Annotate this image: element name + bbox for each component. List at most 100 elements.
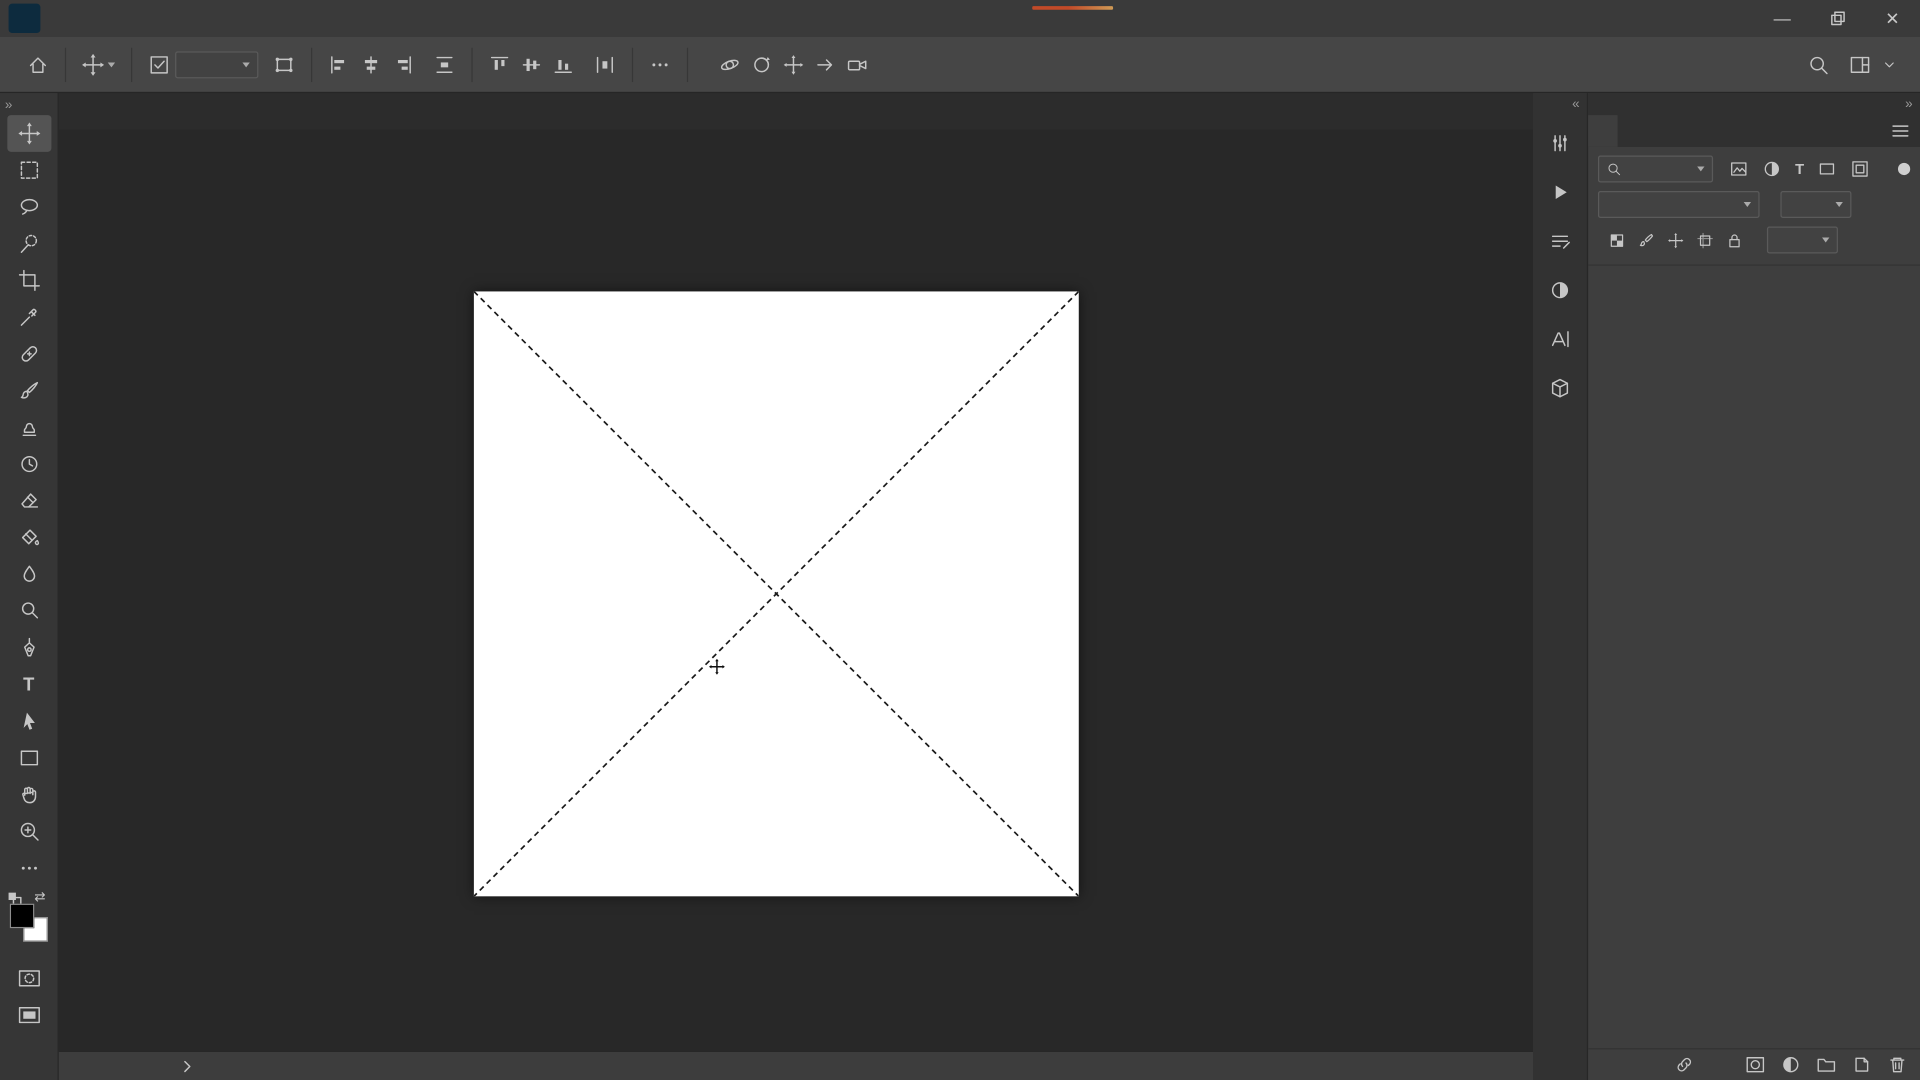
status-options-chevron-icon[interactable] <box>181 1060 193 1073</box>
fill-field[interactable] <box>1766 226 1838 254</box>
swap-colors-icon[interactable]: ⇄ <box>34 889 45 905</box>
libraries-panel-button[interactable] <box>1539 369 1581 408</box>
filter-adjustment-layers-button[interactable] <box>1762 159 1782 179</box>
tab-paths[interactable] <box>1647 115 1676 147</box>
collapse-dock-chevron-icon[interactable]: » <box>1905 97 1913 112</box>
lock-all-button[interactable] <box>1725 231 1743 249</box>
add-mask-button[interactable] <box>1741 1051 1768 1078</box>
3d-camera-button[interactable] <box>841 48 873 80</box>
filter-smart-objects-button[interactable] <box>1851 159 1871 179</box>
auto-select-target-dropdown[interactable] <box>175 50 259 78</box>
document-canvas[interactable] <box>473 291 1079 897</box>
blend-mode-dropdown[interactable] <box>1597 191 1760 218</box>
rectangular-marquee-tool[interactable] <box>7 152 51 189</box>
filter-shape-layers-button[interactable] <box>1818 159 1838 179</box>
history-brush-tool[interactable] <box>7 446 51 483</box>
rectangle-tool[interactable] <box>7 740 51 777</box>
quick-mask-button[interactable] <box>17 967 41 989</box>
search-button[interactable] <box>1802 48 1834 80</box>
character-panel-button[interactable] <box>1539 320 1581 359</box>
dodge-tool[interactable] <box>7 593 51 630</box>
panel-tabs <box>1588 115 1920 147</box>
guide-cross-lines <box>473 291 1079 897</box>
tools-panel: » T ⇄ <box>0 93 59 1080</box>
panel-menu-button[interactable] <box>1891 115 1920 147</box>
new-adjustment-layer-button[interactable] <box>1777 1051 1804 1078</box>
align-bottom-button[interactable] <box>547 48 579 80</box>
3d-slide-button[interactable] <box>809 48 841 80</box>
move-icon <box>1668 232 1684 248</box>
screen-mode-button[interactable] <box>17 1004 41 1026</box>
workspace-switcher-button[interactable] <box>1876 51 1903 78</box>
opacity-field[interactable] <box>1780 191 1852 218</box>
brush-tool[interactable] <box>7 372 51 409</box>
hand-tool[interactable] <box>7 776 51 813</box>
distribute-v-button[interactable] <box>429 48 461 80</box>
path-selection-tool[interactable] <box>7 703 51 740</box>
zoom-tool[interactable] <box>7 813 51 850</box>
filter-pixel-layers-button[interactable] <box>1729 159 1749 179</box>
adjustment-icon <box>1782 1057 1798 1073</box>
eyedropper-tool[interactable] <box>7 299 51 336</box>
tab-channels[interactable] <box>1618 115 1647 147</box>
restore-button[interactable] <box>1810 0 1865 37</box>
3d-orbit-button[interactable] <box>714 48 746 80</box>
adjustments-panel-button[interactable] <box>1539 271 1581 310</box>
quick-mask-icon <box>18 970 40 987</box>
clone-stamp-tool[interactable] <box>7 409 51 446</box>
brush-settings-panel-button[interactable] <box>1539 222 1581 261</box>
lasso-tool[interactable] <box>7 189 51 226</box>
lock-transparent-button[interactable] <box>1608 231 1626 249</box>
photoshop-logo <box>8 3 41 34</box>
layer-filter-dropdown[interactable] <box>1597 155 1714 183</box>
chevron-down-icon <box>1697 166 1705 172</box>
move-tool[interactable] <box>6 115 51 152</box>
3d-pan-button[interactable] <box>778 48 810 80</box>
foreground-color-swatch[interactable] <box>9 903 35 929</box>
align-left-button[interactable] <box>323 48 355 80</box>
eraser-tool[interactable] <box>7 482 51 519</box>
align-top-button[interactable] <box>484 48 516 80</box>
tools-expand-chevron-icon[interactable]: » <box>0 93 58 115</box>
shape-icon <box>1820 163 1835 175</box>
canvas-area[interactable] <box>58 129 1534 1051</box>
new-group-button[interactable] <box>1812 1051 1839 1078</box>
paint-bucket-tool[interactable] <box>7 519 51 556</box>
workspace-button[interactable] <box>1844 48 1876 80</box>
type-tool[interactable]: T <box>7 666 51 703</box>
new-layer-button[interactable] <box>1848 1051 1875 1078</box>
blur-tool[interactable] <box>7 556 51 593</box>
folder-icon <box>1816 1058 1835 1072</box>
show-transform-controls-button[interactable] <box>268 48 300 80</box>
tab-layers[interactable] <box>1588 115 1618 147</box>
layer-style-button[interactable] <box>1706 1051 1733 1078</box>
properties-panel-button[interactable] <box>1539 124 1581 163</box>
history-brush-icon <box>20 455 37 473</box>
edit-toolbar-button[interactable] <box>7 850 51 887</box>
link-layers-button[interactable] <box>1670 1051 1697 1078</box>
distribute-h-button[interactable] <box>589 48 621 80</box>
align-center-h-button[interactable] <box>355 48 387 80</box>
minimize-button[interactable]: — <box>1755 0 1810 37</box>
pen-tool[interactable] <box>7 629 51 666</box>
expand-panels-chevron-icon[interactable]: « <box>1572 93 1587 114</box>
crop-tool[interactable] <box>7 262 51 299</box>
paint-bucket-icon <box>21 529 39 546</box>
lock-pixels-button[interactable] <box>1637 231 1655 249</box>
actions-panel-button[interactable] <box>1539 173 1581 212</box>
more-align-options-button[interactable] <box>644 48 676 80</box>
lock-position-button[interactable] <box>1667 231 1685 249</box>
lock-artboard-button[interactable] <box>1696 231 1714 249</box>
quick-selection-tool[interactable] <box>7 225 51 262</box>
3d-roll-button[interactable] <box>746 48 778 80</box>
delete-layer-button[interactable] <box>1883 1051 1910 1078</box>
filter-toggle-button[interactable] <box>1897 162 1911 176</box>
filter-type-layers-button[interactable]: T <box>1795 160 1804 177</box>
align-middle-button[interactable] <box>516 48 548 80</box>
close-button[interactable]: ✕ <box>1865 0 1920 37</box>
spot-healing-tool[interactable] <box>7 336 51 373</box>
align-right-button[interactable] <box>387 48 419 80</box>
home-button[interactable] <box>22 48 54 80</box>
auto-select-checkbox[interactable] <box>143 48 175 80</box>
tool-preset-button[interactable] <box>77 48 120 80</box>
